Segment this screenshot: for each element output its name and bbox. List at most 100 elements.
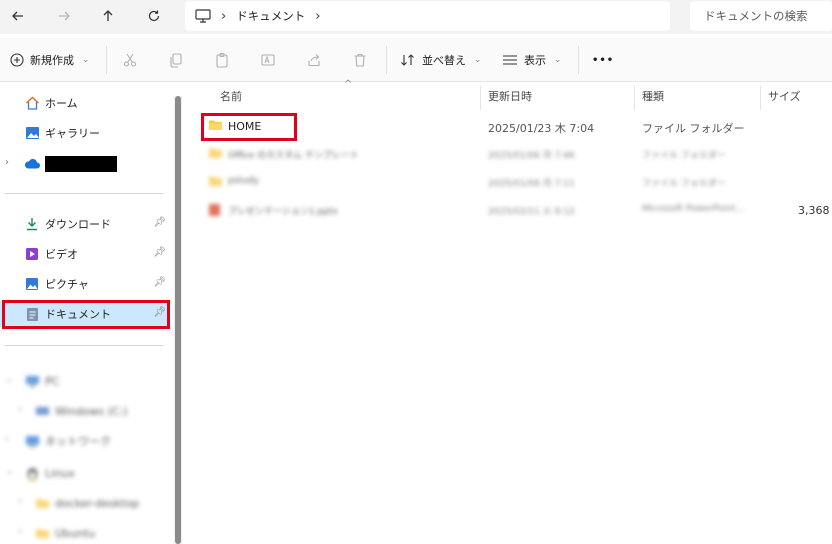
toolbar-divider [106,46,107,74]
address-bar[interactable]: › ドキュメント › [185,1,670,31]
delete-button[interactable] [350,50,370,70]
chevron-right-icon[interactable]: › [5,434,9,445]
sidebar-item-label: docker-desktop [55,496,140,510]
view-button[interactable]: 表示 ⌄ [502,38,562,82]
powerpoint-file-icon [208,203,221,220]
chevron-right-icon[interactable]: › [18,404,22,415]
navigation-pane: ホーム ギャラリー › ダウンロード 📌︎ ビデオ 📌︎ ピクチャ 📌︎ ドキュ… [0,82,172,544]
sidebar-item-docker-desktop[interactable]: › docker-desktop [0,490,170,516]
sidebar-item-pc[interactable]: ⌄ PC [0,368,170,394]
sidebar-item-onedrive[interactable]: › [0,151,170,177]
sidebar-item-home[interactable]: ホーム [0,90,170,116]
sidebar-item-gallery[interactable]: ギャラリー [0,120,170,146]
column-divider[interactable] [634,86,635,110]
chevron-down-icon[interactable]: ⌄ [5,374,13,385]
sidebar-item-ubuntu[interactable]: › Ubuntu [0,520,170,544]
sort-button[interactable]: 並べ替え ⌄ [400,38,482,82]
table-row[interactable]: Office のカスタム テンプレート 2025/01/06 月 7:46 ファ… [186,142,832,168]
new-button[interactable]: 新規作成 ⌄ [10,38,90,82]
annotation-highlight-box [201,113,297,141]
pin-icon[interactable]: 📌︎ [153,247,166,258]
arrow-up-icon [103,10,113,21]
sidebar-item-drive-c[interactable]: › Windows (C:) [0,398,170,424]
command-bar: 新規作成 ⌄ 並べ替え ⌄ 表示 ⌄ ••• [0,38,832,82]
folder-icon [34,495,50,511]
chevron-down-icon: ⌄ [474,55,482,65]
sidebar-item-pictures[interactable]: ピクチャ 📌︎ [0,271,170,297]
sort-button-label: 並べ替え [422,54,466,67]
share-icon [308,54,320,67]
linux-penguin-icon [24,465,40,481]
file-type: ファイル フォルダー [642,179,726,189]
sidebar-item-label: Linux [45,466,75,480]
rename-icon [261,54,275,66]
sort-ascending-icon: ^ [344,79,353,90]
trash-icon [354,53,366,67]
copy-button[interactable] [166,50,186,70]
view-button-label: 表示 [524,54,546,67]
sidebar-item-label: ダウンロード [45,218,111,231]
pictures-icon [24,276,40,292]
share-button[interactable] [304,50,324,70]
network-icon [24,433,40,449]
chevron-right-icon[interactable]: › [18,496,22,507]
chevron-down-icon: ⌄ [554,55,562,65]
copy-icon [170,53,182,68]
toolbar-divider [578,46,579,74]
sidebar-item-videos[interactable]: ビデオ 📌︎ [0,241,170,267]
cut-button[interactable] [120,50,140,70]
sidebar-item-network[interactable]: › ネットワーク [0,428,170,454]
rename-button[interactable] [258,50,278,70]
sidebar-item-linux[interactable]: ⌄ Linux [0,460,170,486]
paste-button[interactable] [212,50,232,70]
computer-icon [24,373,40,389]
file-size: 3,368 [798,204,830,217]
view-list-icon [503,55,517,65]
chevron-down-icon: ⌄ [82,55,90,65]
back-button[interactable] [6,5,30,27]
chevron-down-icon[interactable]: ⌄ [5,466,13,477]
folder-icon [208,175,223,190]
file-modified: 2025/01/06 月 7:11 [488,179,575,189]
chevron-right-icon: › [221,8,227,24]
column-header-name[interactable]: 名前 [220,88,242,104]
sidebar-item-label: PC [45,374,60,388]
pin-icon[interactable]: 📌︎ [153,217,166,228]
pin-icon[interactable]: 📌︎ [153,277,166,288]
file-type: ファイル フォルダー [642,122,745,135]
column-header-size[interactable]: サイズ [768,88,801,104]
table-row[interactable]: pstudy 2025/01/06 月 7:11 ファイル フォルダー [186,170,832,196]
up-button[interactable] [96,5,120,27]
folder-icon [208,147,223,162]
address-toolbar: › ドキュメント › ドキュメントの検索 [0,0,832,34]
cloud-icon [24,156,40,172]
sort-icon [401,54,414,66]
download-icon [24,216,40,232]
breadcrumb-documents[interactable]: ドキュメント [236,8,305,24]
refresh-button[interactable] [142,5,166,27]
column-header-type[interactable]: 種類 [642,88,664,104]
file-modified: 2025/02/11 火 8:12 [488,207,575,217]
chevron-right-icon[interactable]: › [5,157,9,168]
table-row[interactable]: プレゼンテーション1.pptx 2025/02/11 火 8:12 Micros… [186,198,832,224]
chevron-right-icon[interactable]: › [18,526,22,537]
column-divider[interactable] [760,86,761,110]
video-icon [24,246,40,262]
file-name: プレゼンテーション1.pptx [228,207,338,217]
arrow-right-icon [59,11,70,21]
file-modified: 2025/01/23 木 7:04 [488,122,595,135]
column-header-modified[interactable]: 更新日時 [488,88,532,104]
sidebar-item-label: ギャラリー [45,127,100,140]
forward-button[interactable] [52,5,76,27]
sidebar-item-label: Windows (C:) [55,404,128,418]
column-divider[interactable] [480,86,481,110]
more-options-button[interactable]: ••• [592,38,614,82]
sidebar-scrollbar-thumb[interactable] [175,96,181,544]
search-input[interactable]: ドキュメントの検索 [690,1,832,31]
chevron-right-icon[interactable]: › [315,9,320,24]
sidebar-item-label: ピクチャ [45,278,89,291]
sidebar-divider [4,345,164,346]
monitor-icon [195,9,211,23]
toolbar-divider [386,46,387,74]
sidebar-item-downloads[interactable]: ダウンロード 📌︎ [0,211,170,237]
